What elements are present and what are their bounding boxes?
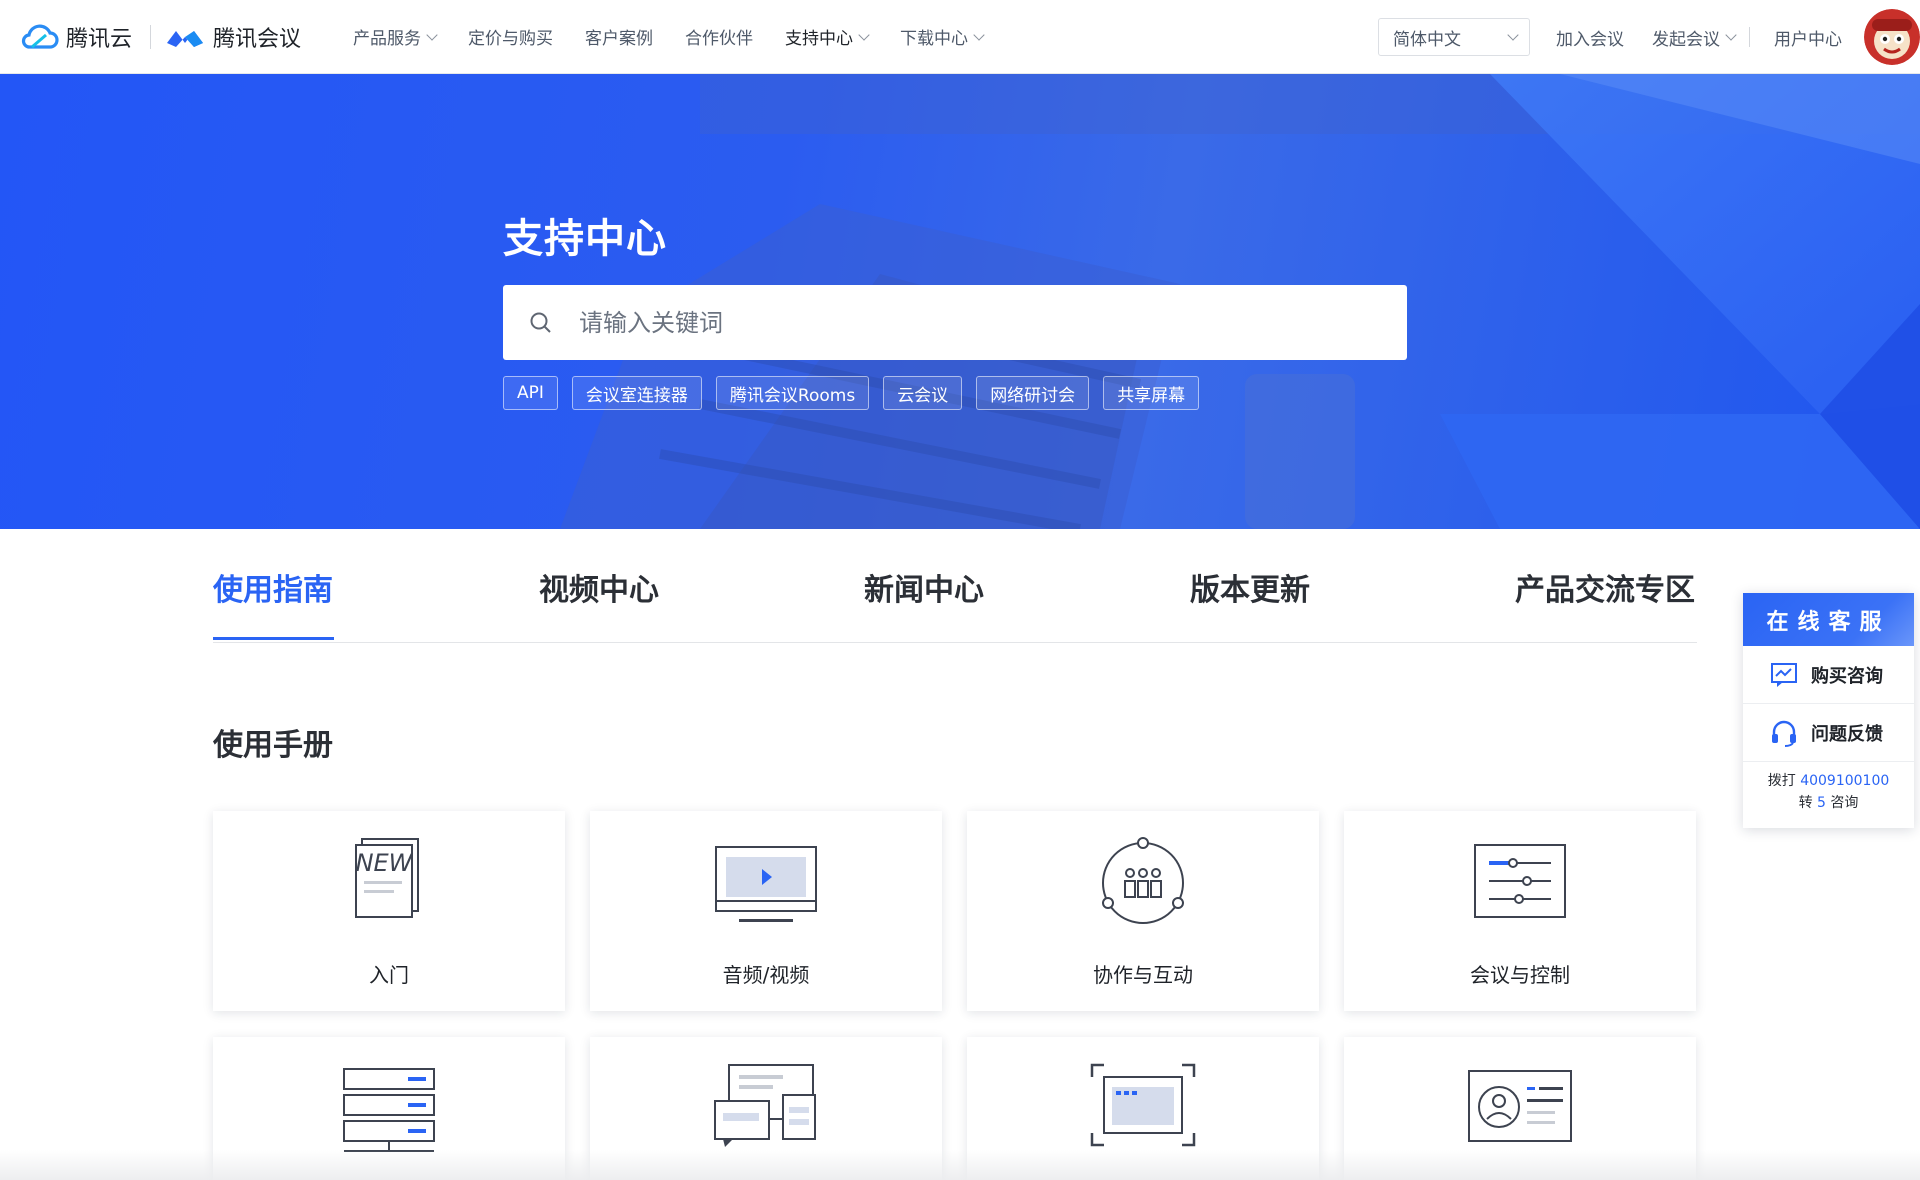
nav-label: 客户案例 (585, 29, 654, 49)
tab-news-center[interactable]: 新闻中心 (864, 565, 984, 609)
tab-user-guide[interactable]: 使用指南 (213, 565, 333, 609)
user-center-label: 用户中心 (1774, 29, 1842, 50)
brand-tencent-meeting: 腾讯会议 (213, 26, 302, 52)
tab-version-updates[interactable]: 版本更新 (1190, 565, 1310, 609)
video-monitor-icon (715, 846, 817, 922)
nav-label: 合作伙伴 (685, 29, 754, 49)
avatar[interactable] (1864, 9, 1920, 65)
brand-tencent-cloud: 腾讯云 (66, 26, 133, 52)
id-card-icon (1468, 1070, 1572, 1142)
tag-cloud-meeting[interactable]: 云会议 (883, 376, 963, 410)
svg-text:NEW: NEW (356, 849, 414, 877)
nav-pricing[interactable]: 定价与购买 (468, 24, 553, 49)
card-label: 协作与互动 (1093, 963, 1193, 987)
tag-rooms[interactable]: 腾讯会议Rooms (715, 376, 870, 410)
search-icon (530, 312, 551, 333)
chevron-down-icon (1507, 29, 1519, 41)
hot-tags: API 会议室连接器 腾讯会议Rooms 云会议 网络研讨会 共享屏幕 (503, 376, 1213, 410)
hotline-info: 拨打 4009100100 转 5 咨询 (1743, 762, 1914, 814)
feedback-label: 问题反馈 (1811, 723, 1883, 745)
nav-customer-cases[interactable]: 客户案例 (585, 24, 653, 49)
content-tabs: 使用指南 视频中心 新闻中心 版本更新 产品交流专区 (213, 529, 1697, 643)
manual-card-getting-started[interactable]: NEW 入门 (213, 811, 565, 1011)
nav-product-services[interactable]: 产品服务 (353, 24, 438, 49)
tag-webinar[interactable]: 网络研讨会 (976, 376, 1090, 410)
language-select[interactable]: 简体中文 (1378, 18, 1530, 56)
feedback-button[interactable]: 问题反馈 (1743, 704, 1914, 762)
nav-download-center[interactable]: 下载中心 (900, 24, 985, 49)
chevron-down-icon (426, 28, 438, 41)
collaboration-icon (1102, 837, 1184, 924)
section-title: 使用手册 (213, 728, 333, 763)
language-value: 简体中文 (1393, 29, 1461, 50)
ext-prefix: 转 (1798, 795, 1813, 811)
nav-label: 下载中心 (900, 29, 969, 49)
tab-video-center[interactable]: 视频中心 (539, 565, 659, 609)
manual-card-collaboration[interactable]: 协作与互动 (967, 811, 1319, 1011)
top-navbar: 腾讯云 腾讯会议 产品服务 定价与购买 客户案例 合作伙伴 支持中心 下载中心 (0, 0, 1920, 74)
chat-chart-icon (1771, 662, 1797, 687)
manual-card-audio-video[interactable]: 音频/视频 (590, 811, 942, 1011)
meeting-control-icon (1474, 844, 1566, 918)
card-label: 会议与控制 (1470, 963, 1570, 987)
online-service-header[interactable]: 在线客服 (1743, 593, 1914, 646)
nav-partners[interactable]: 合作伙伴 (685, 24, 753, 49)
tencent-meeting-logo-icon (167, 30, 204, 47)
tag-screen-share[interactable]: 共享屏幕 (1103, 376, 1200, 410)
join-meeting-link[interactable]: 加入会议 (1556, 25, 1624, 50)
nav-right: 简体中文 加入会议 发起会议 用户中心 (1378, 0, 1920, 74)
chevron-down-icon (973, 28, 985, 41)
tencent-cloud-logo-icon (21, 24, 59, 49)
hotline-number[interactable]: 4009100100 (1800, 773, 1889, 789)
online-service-panel: 在线客服 购买咨询 问题反馈 拨打 4009100100 转 5 咨询 (1743, 593, 1914, 828)
server-list-icon (343, 1068, 435, 1152)
tag-room-connector[interactable]: 会议室连接器 (571, 376, 702, 410)
nav-label: 定价与购买 (468, 29, 554, 49)
purchase-consult-button[interactable]: 购买咨询 (1743, 646, 1914, 704)
hotline-line: 拨打 4009100100 (1743, 770, 1914, 792)
card-label: 音频/视频 (722, 963, 810, 987)
nav-support-center[interactable]: 支持中心 (785, 24, 870, 49)
brand[interactable]: 腾讯云 腾讯会议 (20, 21, 301, 53)
manual-card-meeting-control[interactable]: 会议与控制 (1344, 811, 1696, 1011)
ext-suffix: 咨询 (1830, 795, 1859, 811)
nav-divider (1749, 27, 1750, 47)
join-meeting-label: 加入会议 (1556, 29, 1624, 50)
active-tab-indicator (213, 637, 334, 640)
chat-windows-icon (714, 1064, 816, 1147)
call-prefix: 拨打 (1767, 773, 1796, 789)
tag-api[interactable]: API (503, 376, 558, 410)
tab-product-community[interactable]: 产品交流专区 (1515, 565, 1695, 609)
nav-label: 支持中心 (785, 29, 854, 49)
new-document-icon: NEW (355, 838, 419, 918)
avatar-image (1864, 9, 1920, 65)
user-center-link[interactable]: 用户中心 (1774, 25, 1842, 50)
page-title: 支持中心 (503, 216, 667, 262)
brand-divider (150, 24, 152, 49)
purchase-consult-label: 购买咨询 (1811, 665, 1883, 687)
chevron-down-icon (858, 28, 870, 41)
hero-banner: 支持中心 API 会议室连接器 腾讯会议Rooms 云会议 网络研讨会 共享屏幕 (0, 74, 1920, 529)
search-box[interactable] (503, 285, 1407, 360)
headset-icon (1772, 720, 1796, 747)
chevron-down-icon (1725, 29, 1737, 41)
nav-label: 产品服务 (353, 29, 422, 49)
search-input[interactable] (579, 308, 1339, 337)
extension-line: 转 5 咨询 (1743, 792, 1914, 814)
main-nav: 产品服务 定价与购买 客户案例 合作伙伴 支持中心 下载中心 (353, 24, 1015, 49)
screen-capture-icon (1090, 1063, 1196, 1147)
extension-number: 5 (1817, 795, 1826, 811)
card-label: 入门 (369, 963, 409, 987)
start-meeting-label: 发起会议 (1652, 29, 1720, 50)
bottom-fade (0, 1150, 1920, 1180)
start-meeting-link[interactable]: 发起会议 (1652, 25, 1737, 50)
